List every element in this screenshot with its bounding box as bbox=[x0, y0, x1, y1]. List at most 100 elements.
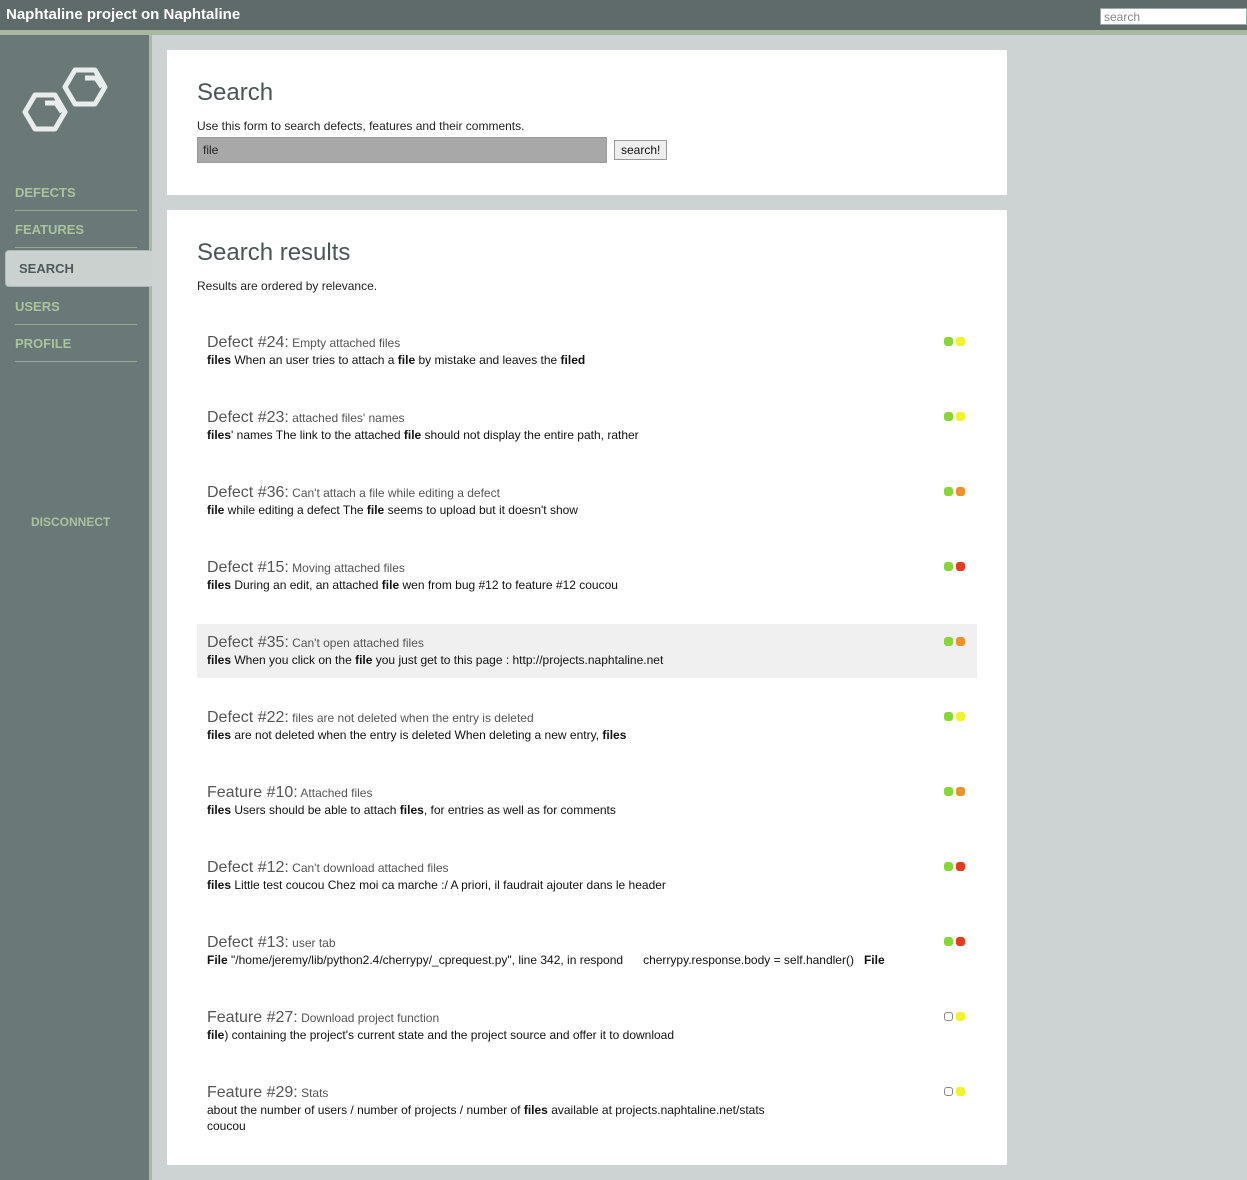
result-row[interactable]: Defect #36: Can't attach a file while ed… bbox=[197, 474, 977, 528]
snippet-match: file bbox=[381, 578, 400, 592]
priority-dot-icon bbox=[956, 412, 965, 421]
snippet-match: file bbox=[355, 653, 373, 667]
result-row[interactable]: Defect #13: user tab File "/home/jeremy/l… bbox=[197, 924, 977, 978]
snippet-match: file bbox=[207, 503, 225, 517]
snippet-text: are not deleted when the entry is delete… bbox=[231, 728, 603, 742]
result-row[interactable]: Defect #12: Can't download attached file… bbox=[197, 849, 977, 903]
search-query-input[interactable] bbox=[197, 137, 607, 163]
snippet-match: File bbox=[863, 953, 885, 967]
result-id[interactable]: Defect #36: bbox=[207, 484, 289, 501]
snippet-text: During an edit, an attached bbox=[231, 578, 382, 592]
result-snippet: file while editing a defect The file see… bbox=[207, 502, 967, 518]
status-indicators bbox=[941, 937, 965, 951]
sidebar: DEFECTS FEATURES SEARCH USERS PROFILE DI… bbox=[0, 35, 152, 1180]
result-snippet: files' names The link to the attached fi… bbox=[207, 427, 967, 443]
result-id[interactable]: Defect #15: bbox=[207, 559, 289, 576]
result-title[interactable]: Defect #36: Can't attach a file while ed… bbox=[207, 484, 967, 502]
result-id[interactable]: Defect #13: bbox=[207, 934, 289, 951]
snippet-text: by mistake and leaves the bbox=[415, 353, 561, 367]
search-heading: Search bbox=[197, 79, 274, 106]
results-panel: Search results Results are ordered by re… bbox=[167, 210, 1007, 1165]
status-indicators bbox=[941, 337, 965, 351]
snippet-text: you just get to this page : http://proje… bbox=[372, 653, 664, 667]
snippet-text: should not display the entire path, rath… bbox=[421, 428, 639, 442]
snippet-text: while editing a defect The bbox=[224, 503, 367, 517]
state-dot-icon bbox=[944, 787, 953, 796]
snippet-text: wen from bug #12 to feature #12 coucou bbox=[399, 578, 618, 592]
result-id[interactable]: Feature #29: bbox=[207, 1084, 298, 1101]
result-row[interactable]: Feature #27: Download project function fi… bbox=[197, 999, 977, 1053]
result-row[interactable]: Defect #15: Moving attached files files D… bbox=[197, 549, 977, 603]
result-name[interactable]: Empty attached files bbox=[289, 336, 400, 350]
result-title[interactable]: Defect #12: Can't download attached file… bbox=[207, 859, 967, 877]
result-title[interactable]: Defect #23: attached files' names bbox=[207, 409, 967, 427]
result-title[interactable]: Feature #29: Stats bbox=[207, 1084, 967, 1102]
sidebar-item-profile[interactable]: PROFILE bbox=[15, 336, 137, 362]
state-dot-icon bbox=[944, 937, 953, 946]
result-snippet: files When you click on the file you jus… bbox=[207, 652, 967, 668]
state-dot-icon bbox=[944, 412, 953, 421]
result-name[interactable]: Can't attach a file while editing a defe… bbox=[289, 486, 500, 500]
result-name[interactable]: Moving attached files bbox=[289, 561, 405, 575]
result-name[interactable]: user tab bbox=[289, 936, 335, 950]
result-snippet: file) containing the project's current s… bbox=[207, 1027, 967, 1043]
naphtaline-logo-icon[interactable] bbox=[20, 63, 132, 156]
state-dot-icon bbox=[944, 1087, 953, 1096]
result-title[interactable]: Defect #35: Can't open attached files bbox=[207, 634, 967, 652]
search-button[interactable]: search! bbox=[614, 140, 668, 160]
snippet-text: Little test coucou Chez moi ca marche :/… bbox=[231, 878, 666, 892]
result-name[interactable]: Can't download attached files bbox=[289, 861, 448, 875]
state-dot-icon bbox=[944, 487, 953, 496]
result-name[interactable]: attached files' names bbox=[289, 411, 404, 425]
result-row[interactable]: Defect #24: Empty attached files files Wh… bbox=[197, 324, 977, 378]
result-title[interactable]: Defect #22: files are not deleted when t… bbox=[207, 709, 967, 727]
result-snippet: files When an user tries to attach a fil… bbox=[207, 352, 967, 368]
sidebar-item-features[interactable]: FEATURES bbox=[15, 222, 137, 248]
snippet-text: Users should be able to attach bbox=[231, 803, 400, 817]
result-id[interactable]: Defect #12: bbox=[207, 859, 289, 876]
result-row[interactable]: Feature #10: Attached files files Users s… bbox=[197, 774, 977, 828]
result-id[interactable]: Defect #24: bbox=[207, 334, 289, 351]
priority-dot-icon bbox=[956, 562, 965, 571]
result-name[interactable]: Download project function bbox=[298, 1011, 439, 1025]
snippet-text: ) containing the project's current state… bbox=[224, 1028, 675, 1042]
result-id[interactable]: Feature #27: bbox=[207, 1009, 298, 1026]
priority-dot-icon bbox=[956, 337, 965, 346]
disconnect-link[interactable]: DISCONNECT bbox=[31, 515, 110, 529]
snippet-match: files bbox=[207, 353, 232, 367]
state-dot-icon bbox=[944, 1012, 953, 1021]
result-title[interactable]: Feature #27: Download project function bbox=[207, 1009, 967, 1027]
result-row[interactable]: Defect #35: Can't open attached files fil… bbox=[197, 624, 977, 678]
result-name[interactable]: files are not deleted when the entry is … bbox=[289, 711, 534, 725]
result-id[interactable]: Feature #10: bbox=[207, 784, 298, 801]
status-indicators bbox=[941, 487, 965, 501]
result-title[interactable]: Feature #10: Attached files bbox=[207, 784, 967, 802]
snippet-match: file bbox=[397, 353, 416, 367]
result-name[interactable]: Can't open attached files bbox=[289, 636, 424, 650]
result-title[interactable]: Defect #13: user tab bbox=[207, 934, 967, 952]
global-search-input[interactable] bbox=[1100, 8, 1247, 25]
snippet-text: , for entries as well as for comments bbox=[423, 803, 616, 817]
result-id[interactable]: Defect #35: bbox=[207, 634, 289, 651]
snippet-match: file bbox=[366, 503, 385, 517]
result-row[interactable]: Defect #22: files are not deleted when t… bbox=[197, 699, 977, 753]
snippet-text: When you click on the bbox=[231, 653, 356, 667]
result-name[interactable]: Stats bbox=[298, 1086, 328, 1100]
status-indicators bbox=[941, 637, 965, 651]
result-id[interactable]: Defect #22: bbox=[207, 709, 289, 726]
snippet-text: "/home/jeremy/lib/python2.4/cherrypy/_cp… bbox=[227, 953, 864, 967]
sidebar-item-defects[interactable]: DEFECTS bbox=[15, 185, 137, 211]
sidebar-item-search[interactable]: SEARCH bbox=[5, 250, 152, 287]
sidebar-item-users[interactable]: USERS bbox=[15, 299, 137, 325]
result-name[interactable]: Attached files bbox=[298, 786, 372, 800]
result-title[interactable]: Defect #24: Empty attached files bbox=[207, 334, 967, 352]
result-title[interactable]: Defect #15: Moving attached files bbox=[207, 559, 967, 577]
snippet-text: about the number of users / number of pr… bbox=[207, 1103, 524, 1117]
result-id[interactable]: Defect #23: bbox=[207, 409, 289, 426]
status-indicators bbox=[941, 712, 965, 726]
status-indicators bbox=[941, 412, 965, 426]
result-row[interactable]: Feature #29: Stats about the number of us… bbox=[197, 1074, 977, 1133]
results-description: Results are ordered by relevance. bbox=[197, 279, 378, 293]
result-row[interactable]: Defect #23: attached files' names files' … bbox=[197, 399, 977, 453]
snippet-match: filed bbox=[560, 353, 586, 367]
